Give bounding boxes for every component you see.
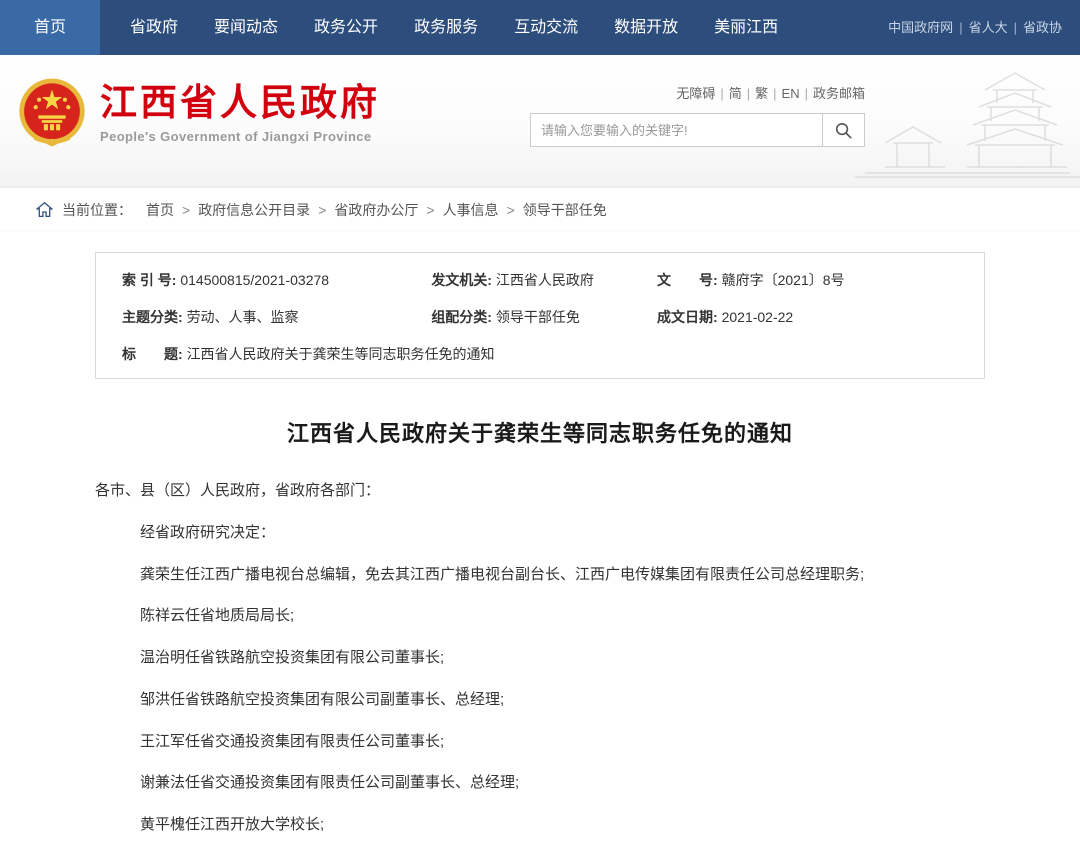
nav-item-gov-services[interactable]: 政务服务	[396, 0, 496, 55]
nav-item-news[interactable]: 要闻动态	[196, 0, 296, 55]
meta-group-category: 组配分类: 领导干部任免	[431, 307, 657, 327]
search-icon	[834, 121, 853, 140]
site-header: 江西省人民政府 People's Government of Jiangxi P…	[0, 55, 1080, 188]
main-content: 索 引 号: 014500815/2021-03278 发文机关: 江西省人民政…	[0, 232, 1080, 845]
article-paragraph: 邹洪任省铁路航空投资集团有限公司副董事长、总经理;	[95, 691, 985, 710]
document-meta-box: 索 引 号: 014500815/2021-03278 发文机关: 江西省人民政…	[95, 252, 985, 379]
meta-index-number: 索 引 号: 014500815/2021-03278	[122, 270, 431, 290]
link-accessibility[interactable]: 无障碍	[676, 86, 715, 101]
utility-links: 无障碍|简|繁|EN|政务邮箱	[530, 83, 865, 102]
divider: |	[957, 20, 964, 35]
divider: |	[1012, 20, 1019, 35]
divider: |	[715, 86, 728, 101]
top-navigation-bar: 首页 省政府 要闻动态 政务公开 政务服务 互动交流 数据开放 美丽江西 中国政…	[0, 0, 1080, 55]
pavilion-sketch-decoration	[855, 55, 1080, 185]
breadcrumb-separator: >	[418, 202, 442, 218]
nav-item-open-data[interactable]: 数据开放	[596, 0, 696, 55]
link-simplified-chinese[interactable]: 简	[729, 86, 742, 101]
breadcrumb-separator: >	[174, 202, 198, 218]
article-paragraph: 黄平槐任江西开放大学校长;	[95, 816, 985, 835]
meta-document-number: 文 号: 赣府字〔2021〕8号	[657, 270, 958, 290]
top-right-links: 中国政府网|省人大|省政协	[884, 0, 1080, 55]
divider: |	[768, 86, 781, 101]
divider: |	[742, 86, 755, 101]
breadcrumb-item-general-office[interactable]: 省政府办公厅	[334, 200, 418, 220]
site-title: 江西省人民政府	[100, 84, 380, 125]
header-right-tools: 无障碍|简|繁|EN|政务邮箱	[530, 83, 865, 147]
meta-document-title: 标 题: 江西省人民政府关于龚荣生等同志职务任免的通知	[122, 344, 958, 364]
breadcrumb-item-leader-appointments[interactable]: 领导干部任免	[523, 200, 607, 220]
breadcrumb-item-home[interactable]: 首页	[146, 200, 174, 220]
home-icon	[36, 202, 53, 218]
article-paragraph: 龚荣生任江西广播电视台总编辑，免去其江西广播电视台副台长、江西广电传媒集团有限责…	[95, 566, 985, 585]
article-title: 江西省人民政府关于龚荣生等同志职务任免的通知	[95, 416, 985, 448]
site-title-english: People's Government of Jiangxi Province	[100, 129, 380, 144]
meta-issuing-authority: 发文机关: 江西省人民政府	[431, 270, 657, 290]
meta-topic-category: 主题分类: 劳动、人事、监察	[122, 307, 431, 327]
search-input[interactable]	[531, 114, 822, 146]
nav-item-home[interactable]: 首页	[0, 0, 100, 55]
nav-item-provincial-government[interactable]: 省政府	[112, 0, 196, 55]
nav-item-gov-disclosure[interactable]: 政务公开	[296, 0, 396, 55]
search-bar	[530, 113, 865, 147]
link-china-gov-net[interactable]: 中国政府网	[884, 20, 957, 35]
article-paragraph: 陈祥云任省地质局局长;	[95, 607, 985, 626]
article-paragraph: 谢兼法任省交通投资集团有限责任公司副董事长、总经理;	[95, 774, 985, 793]
link-provincial-cppcc[interactable]: 省政协	[1019, 20, 1066, 35]
divider: |	[800, 86, 813, 101]
article-paragraph: 王江军任省交通投资集团有限责任公司董事长;	[95, 733, 985, 752]
nav-item-beautiful-jiangxi[interactable]: 美丽江西	[696, 0, 796, 55]
nav-item-interaction[interactable]: 互动交流	[496, 0, 596, 55]
breadcrumb-separator: >	[310, 202, 334, 218]
article-body: 各市、县（区）人民政府，省政府各部门： 经省政府研究决定： 龚荣生任江西广播电视…	[95, 470, 985, 845]
national-emblem-icon	[18, 77, 86, 151]
breadcrumb: 当前位置： 首页 > 政府信息公开目录 > 省政府办公厅 > 人事信息 > 领导…	[0, 188, 1080, 232]
article-paragraph: 各市、县（区）人民政府，省政府各部门：	[95, 482, 985, 501]
breadcrumb-item-disclosure-catalog[interactable]: 政府信息公开目录	[198, 200, 310, 220]
breadcrumb-separator: >	[499, 202, 523, 218]
site-title-block: 江西省人民政府 People's Government of Jiangxi P…	[100, 84, 380, 145]
site-logo[interactable]: 江西省人民政府 People's Government of Jiangxi P…	[18, 77, 380, 151]
breadcrumb-label: 当前位置：	[62, 200, 132, 220]
link-provincial-peoples-congress[interactable]: 省人大	[965, 20, 1012, 35]
article-paragraph: 经省政府研究决定：	[95, 524, 985, 543]
meta-issue-date: 成文日期: 2021-02-22	[657, 307, 958, 327]
link-traditional-chinese[interactable]: 繁	[755, 86, 768, 101]
breadcrumb-item-personnel-info[interactable]: 人事信息	[443, 200, 499, 220]
article-paragraph: 温治明任省铁路航空投资集团有限公司董事长;	[95, 649, 985, 668]
link-english[interactable]: EN	[782, 86, 800, 101]
